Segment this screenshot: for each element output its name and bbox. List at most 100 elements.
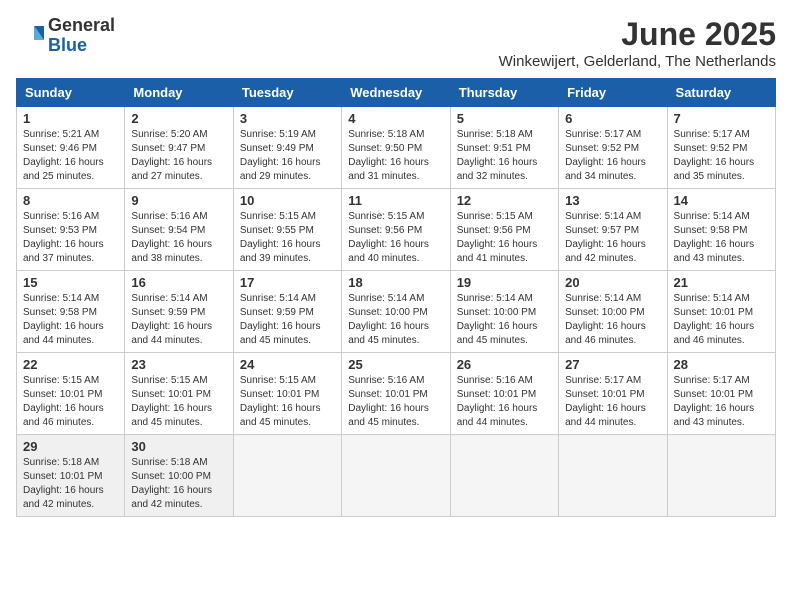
day-info: Sunrise: 5:18 AMSunset: 9:50 PMDaylight:… — [348, 128, 443, 184]
day-info: Sunrise: 5:16 AMSunset: 9:53 PMDaylight:… — [23, 210, 118, 266]
day-number: 7 — [674, 111, 769, 126]
day-info: Sunrise: 5:17 AMSunset: 10:01 PMDaylight… — [565, 374, 660, 430]
weekday-header-row: SundayMondayTuesdayWednesdayThursdayFrid… — [17, 79, 776, 107]
calendar-cell: 29 Sunrise: 5:18 AMSunset: 10:01 PMDaylig… — [17, 435, 125, 517]
day-info: Sunrise: 5:18 AMSunset: 9:51 PMDaylight:… — [457, 128, 552, 184]
day-number: 30 — [131, 439, 226, 454]
day-number: 5 — [457, 111, 552, 126]
calendar-cell: 30Sunrise: 5:18 AMSunset: 10:00 PMDaylig… — [125, 435, 233, 517]
weekday-header-tuesday: Tuesday — [233, 79, 341, 107]
weekday-header-friday: Friday — [559, 79, 667, 107]
calendar-cell: 21 Sunrise: 5:14 AMSunset: 10:01 PMDaylig… — [667, 271, 775, 353]
day-info: Sunrise: 5:14 AMSunset: 9:57 PMDaylight:… — [565, 210, 660, 266]
day-info: Sunrise: 5:20 AMSunset: 9:47 PMDaylight:… — [131, 128, 226, 184]
day-info: Sunrise: 5:14 AMSunset: 9:58 PMDaylight:… — [674, 210, 769, 266]
day-info: Sunrise: 5:16 AMSunset: 9:54 PMDaylight:… — [131, 210, 226, 266]
logo-general: General — [48, 15, 115, 35]
calendar-cell: 9 Sunrise: 5:16 AMSunset: 9:54 PMDaylight… — [125, 189, 233, 271]
calendar-cell: 19Sunrise: 5:14 AMSunset: 10:00 PMDaylig… — [450, 271, 558, 353]
day-number: 8 — [23, 193, 118, 208]
day-info: Sunrise: 5:15 AMSunset: 9:55 PMDaylight:… — [240, 210, 335, 266]
title-area: June 2025 Winkewijert, Gelderland, The N… — [499, 16, 776, 70]
weekday-header-wednesday: Wednesday — [342, 79, 450, 107]
day-number: 4 — [348, 111, 443, 126]
day-info: Sunrise: 5:15 AMSunset: 10:01 PMDaylight… — [23, 374, 118, 430]
day-info: Sunrise: 5:17 AMSunset: 10:01 PMDaylight… — [674, 374, 769, 430]
calendar-cell: 14 Sunrise: 5:14 AMSunset: 9:58 PMDayligh… — [667, 189, 775, 271]
logo-blue: Blue — [48, 35, 87, 55]
header: General Blue June 2025 Winkewijert, Geld… — [16, 16, 776, 70]
day-info: Sunrise: 5:14 AMSunset: 10:01 PMDaylight… — [674, 292, 769, 348]
calendar-cell — [342, 435, 450, 517]
calendar-cell: 11 Sunrise: 5:15 AMSunset: 9:56 PMDayligh… — [342, 189, 450, 271]
day-number: 27 — [565, 357, 660, 372]
calendar-cell: 3 Sunrise: 5:19 AMSunset: 9:49 PMDaylight… — [233, 107, 341, 189]
month-title: June 2025 — [499, 16, 776, 53]
day-info: Sunrise: 5:15 AMSunset: 10:01 PMDaylight… — [131, 374, 226, 430]
day-number: 20 — [565, 275, 660, 290]
day-info: Sunrise: 5:16 AMSunset: 10:01 PMDaylight… — [457, 374, 552, 430]
calendar-cell: 17 Sunrise: 5:14 AMSunset: 9:59 PMDayligh… — [233, 271, 341, 353]
calendar-cell: 23Sunrise: 5:15 AMSunset: 10:01 PMDaylig… — [125, 353, 233, 435]
day-number: 3 — [240, 111, 335, 126]
day-info: Sunrise: 5:15 AMSunset: 9:56 PMDaylight:… — [348, 210, 443, 266]
calendar-cell: 13Sunrise: 5:14 AMSunset: 9:57 PMDayligh… — [559, 189, 667, 271]
day-number: 2 — [131, 111, 226, 126]
calendar-cell: 15Sunrise: 5:14 AMSunset: 9:58 PMDayligh… — [17, 271, 125, 353]
logo-text: General Blue — [48, 16, 115, 56]
calendar-cell: 22 Sunrise: 5:15 AMSunset: 10:01 PMDaylig… — [17, 353, 125, 435]
day-info: Sunrise: 5:17 AMSunset: 9:52 PMDaylight:… — [674, 128, 769, 184]
day-info: Sunrise: 5:14 AMSunset: 10:00 PMDaylight… — [348, 292, 443, 348]
day-info: Sunrise: 5:21 AMSunset: 9:46 PMDaylight:… — [23, 128, 118, 184]
calendar-cell: 27 Sunrise: 5:17 AMSunset: 10:01 PMDaylig… — [559, 353, 667, 435]
calendar-cell: 6 Sunrise: 5:17 AMSunset: 9:52 PMDaylight… — [559, 107, 667, 189]
calendar: SundayMondayTuesdayWednesdayThursdayFrid… — [16, 78, 776, 517]
weekday-header-monday: Monday — [125, 79, 233, 107]
day-number: 10 — [240, 193, 335, 208]
day-number: 21 — [674, 275, 769, 290]
day-number: 24 — [240, 357, 335, 372]
calendar-cell: 1 Sunrise: 5:21 AMSunset: 9:46 PMDaylight… — [17, 107, 125, 189]
calendar-cell: 10 Sunrise: 5:15 AMSunset: 9:55 PMDayligh… — [233, 189, 341, 271]
calendar-week-row: 22 Sunrise: 5:15 AMSunset: 10:01 PMDaylig… — [17, 353, 776, 435]
day-number: 16 — [131, 275, 226, 290]
day-number: 14 — [674, 193, 769, 208]
day-number: 17 — [240, 275, 335, 290]
day-info: Sunrise: 5:17 AMSunset: 9:52 PMDaylight:… — [565, 128, 660, 184]
day-number: 11 — [348, 193, 443, 208]
calendar-cell: 20 Sunrise: 5:14 AMSunset: 10:00 PMDaylig… — [559, 271, 667, 353]
calendar-week-row: 15Sunrise: 5:14 AMSunset: 9:58 PMDayligh… — [17, 271, 776, 353]
day-info: Sunrise: 5:18 AMSunset: 10:01 PMDaylight… — [23, 456, 118, 512]
calendar-cell: 7 Sunrise: 5:17 AMSunset: 9:52 PMDaylight… — [667, 107, 775, 189]
calendar-cell: 28Sunrise: 5:17 AMSunset: 10:01 PMDaylig… — [667, 353, 775, 435]
weekday-header-sunday: Sunday — [17, 79, 125, 107]
weekday-header-saturday: Saturday — [667, 79, 775, 107]
day-info: Sunrise: 5:14 AMSunset: 9:59 PMDaylight:… — [131, 292, 226, 348]
calendar-week-row: 8 Sunrise: 5:16 AMSunset: 9:53 PMDaylight… — [17, 189, 776, 271]
calendar-cell: 24Sunrise: 5:15 AMSunset: 10:01 PMDaylig… — [233, 353, 341, 435]
logo-icon — [16, 22, 44, 50]
day-number: 25 — [348, 357, 443, 372]
day-number: 26 — [457, 357, 552, 372]
calendar-cell — [559, 435, 667, 517]
day-number: 9 — [131, 193, 226, 208]
calendar-cell: 8 Sunrise: 5:16 AMSunset: 9:53 PMDaylight… — [17, 189, 125, 271]
calendar-cell: 25Sunrise: 5:16 AMSunset: 10:01 PMDaylig… — [342, 353, 450, 435]
day-number: 12 — [457, 193, 552, 208]
calendar-cell: 12Sunrise: 5:15 AMSunset: 9:56 PMDayligh… — [450, 189, 558, 271]
day-info: Sunrise: 5:14 AMSunset: 10:00 PMDaylight… — [565, 292, 660, 348]
calendar-cell: 26 Sunrise: 5:16 AMSunset: 10:01 PMDaylig… — [450, 353, 558, 435]
day-number: 22 — [23, 357, 118, 372]
day-number: 6 — [565, 111, 660, 126]
day-number: 1 — [23, 111, 118, 126]
location-title: Winkewijert, Gelderland, The Netherlands — [499, 53, 776, 70]
day-info: Sunrise: 5:19 AMSunset: 9:49 PMDaylight:… — [240, 128, 335, 184]
calendar-cell: 2 Sunrise: 5:20 AMSunset: 9:47 PMDaylight… — [125, 107, 233, 189]
weekday-header-thursday: Thursday — [450, 79, 558, 107]
calendar-week-row: 1 Sunrise: 5:21 AMSunset: 9:46 PMDaylight… — [17, 107, 776, 189]
calendar-cell: 5 Sunrise: 5:18 AMSunset: 9:51 PMDaylight… — [450, 107, 558, 189]
day-info: Sunrise: 5:14 AMSunset: 9:59 PMDaylight:… — [240, 292, 335, 348]
calendar-cell: 18Sunrise: 5:14 AMSunset: 10:00 PMDaylig… — [342, 271, 450, 353]
day-number: 29 — [23, 439, 118, 454]
calendar-cell — [450, 435, 558, 517]
